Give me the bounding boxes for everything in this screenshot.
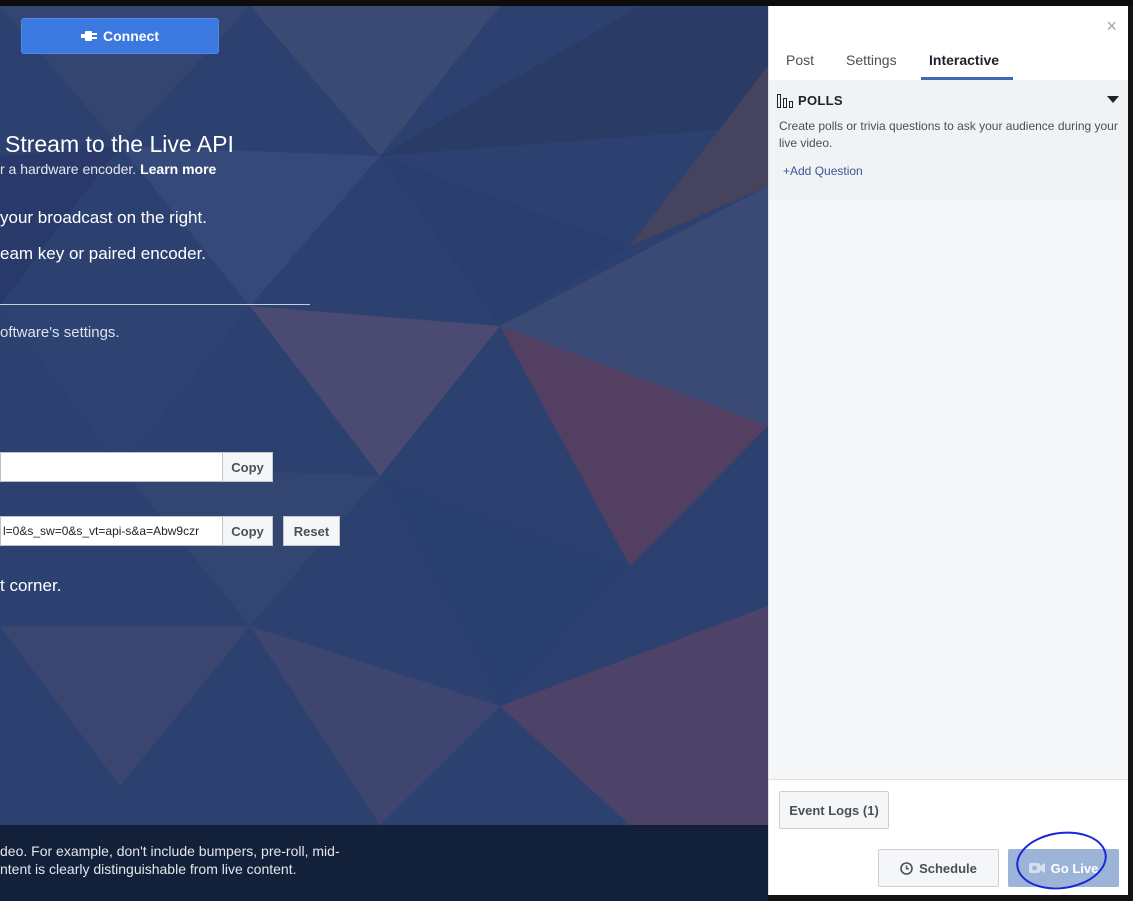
polls-title: POLLS [798,93,843,108]
interactive-tab-content: POLLS Create polls or trivia questions t… [769,80,1129,779]
triangle-background [0,6,768,825]
divider [0,304,310,305]
polls-section: POLLS Create polls or trivia questions t… [769,80,1129,200]
side-panel: × Post Settings Interactive POLLS Create… [768,6,1129,896]
video-camera-icon [1028,863,1045,873]
schedule-button[interactable]: Schedule [878,849,999,887]
go-live-button[interactable]: Go Live [1008,849,1119,887]
footer-line-2: ntent is clearly distinguishable from li… [0,861,297,877]
connect-label: Connect [103,28,159,44]
reset-stream-key-button[interactable]: Reset [283,516,340,546]
bar-chart-icon [777,94,793,108]
event-logs-label: Event Logs (1) [789,802,879,818]
caret-down-icon[interactable] [1107,96,1119,103]
go-live-label: Go Live [1050,860,1099,876]
page-title: Stream to the Live API [5,131,234,157]
copy-stream-key-button[interactable]: Copy [222,516,273,546]
subtitle-text: r a hardware encoder. [0,161,137,177]
schedule-label: Schedule [919,860,977,876]
tab-post[interactable]: Post [786,52,814,68]
stream-key-field[interactable]: l=0&s_sw=0&s_vt=api-s&a=Abw9czr [0,516,223,546]
software-instruction: oftware's settings. [0,324,120,341]
event-logs-button[interactable]: Event Logs (1) [779,791,889,829]
tab-bar: Post Settings Interactive [769,46,1129,81]
server-url-field[interactable] [0,452,223,482]
window-edge-right [1128,6,1133,901]
policy-footer: deo. For example, don't include bumpers,… [0,825,768,901]
connect-button[interactable]: Connect [21,18,219,54]
tab-interactive[interactable]: Interactive [929,52,999,68]
window-edge-bottom [768,895,1133,901]
footer-line-1: deo. For example, don't include bumpers,… [0,843,340,859]
corner-instruction: t corner. [0,576,62,595]
learn-more-link[interactable]: Learn more [140,161,216,177]
instruction-step-1: your broadcast on the right. [0,208,207,227]
copy-server-url-button[interactable]: Copy [222,452,273,482]
add-question-link[interactable]: +Add Question [783,164,863,178]
polls-description: Create polls or trivia questions to ask … [779,119,1118,150]
stream-setup-area: Connect Stream to the Live API r a hardw… [0,6,768,825]
close-icon[interactable]: × [1106,16,1117,37]
clock-icon [900,861,913,875]
panel-actions: Event Logs (1) Schedule Go Live [769,779,1129,896]
tab-settings[interactable]: Settings [846,52,897,68]
subtitle: r a hardware encoder. Learn more [0,161,216,177]
plug-icon [81,31,97,41]
instruction-step-2: eam key or paired encoder. [0,244,207,263]
